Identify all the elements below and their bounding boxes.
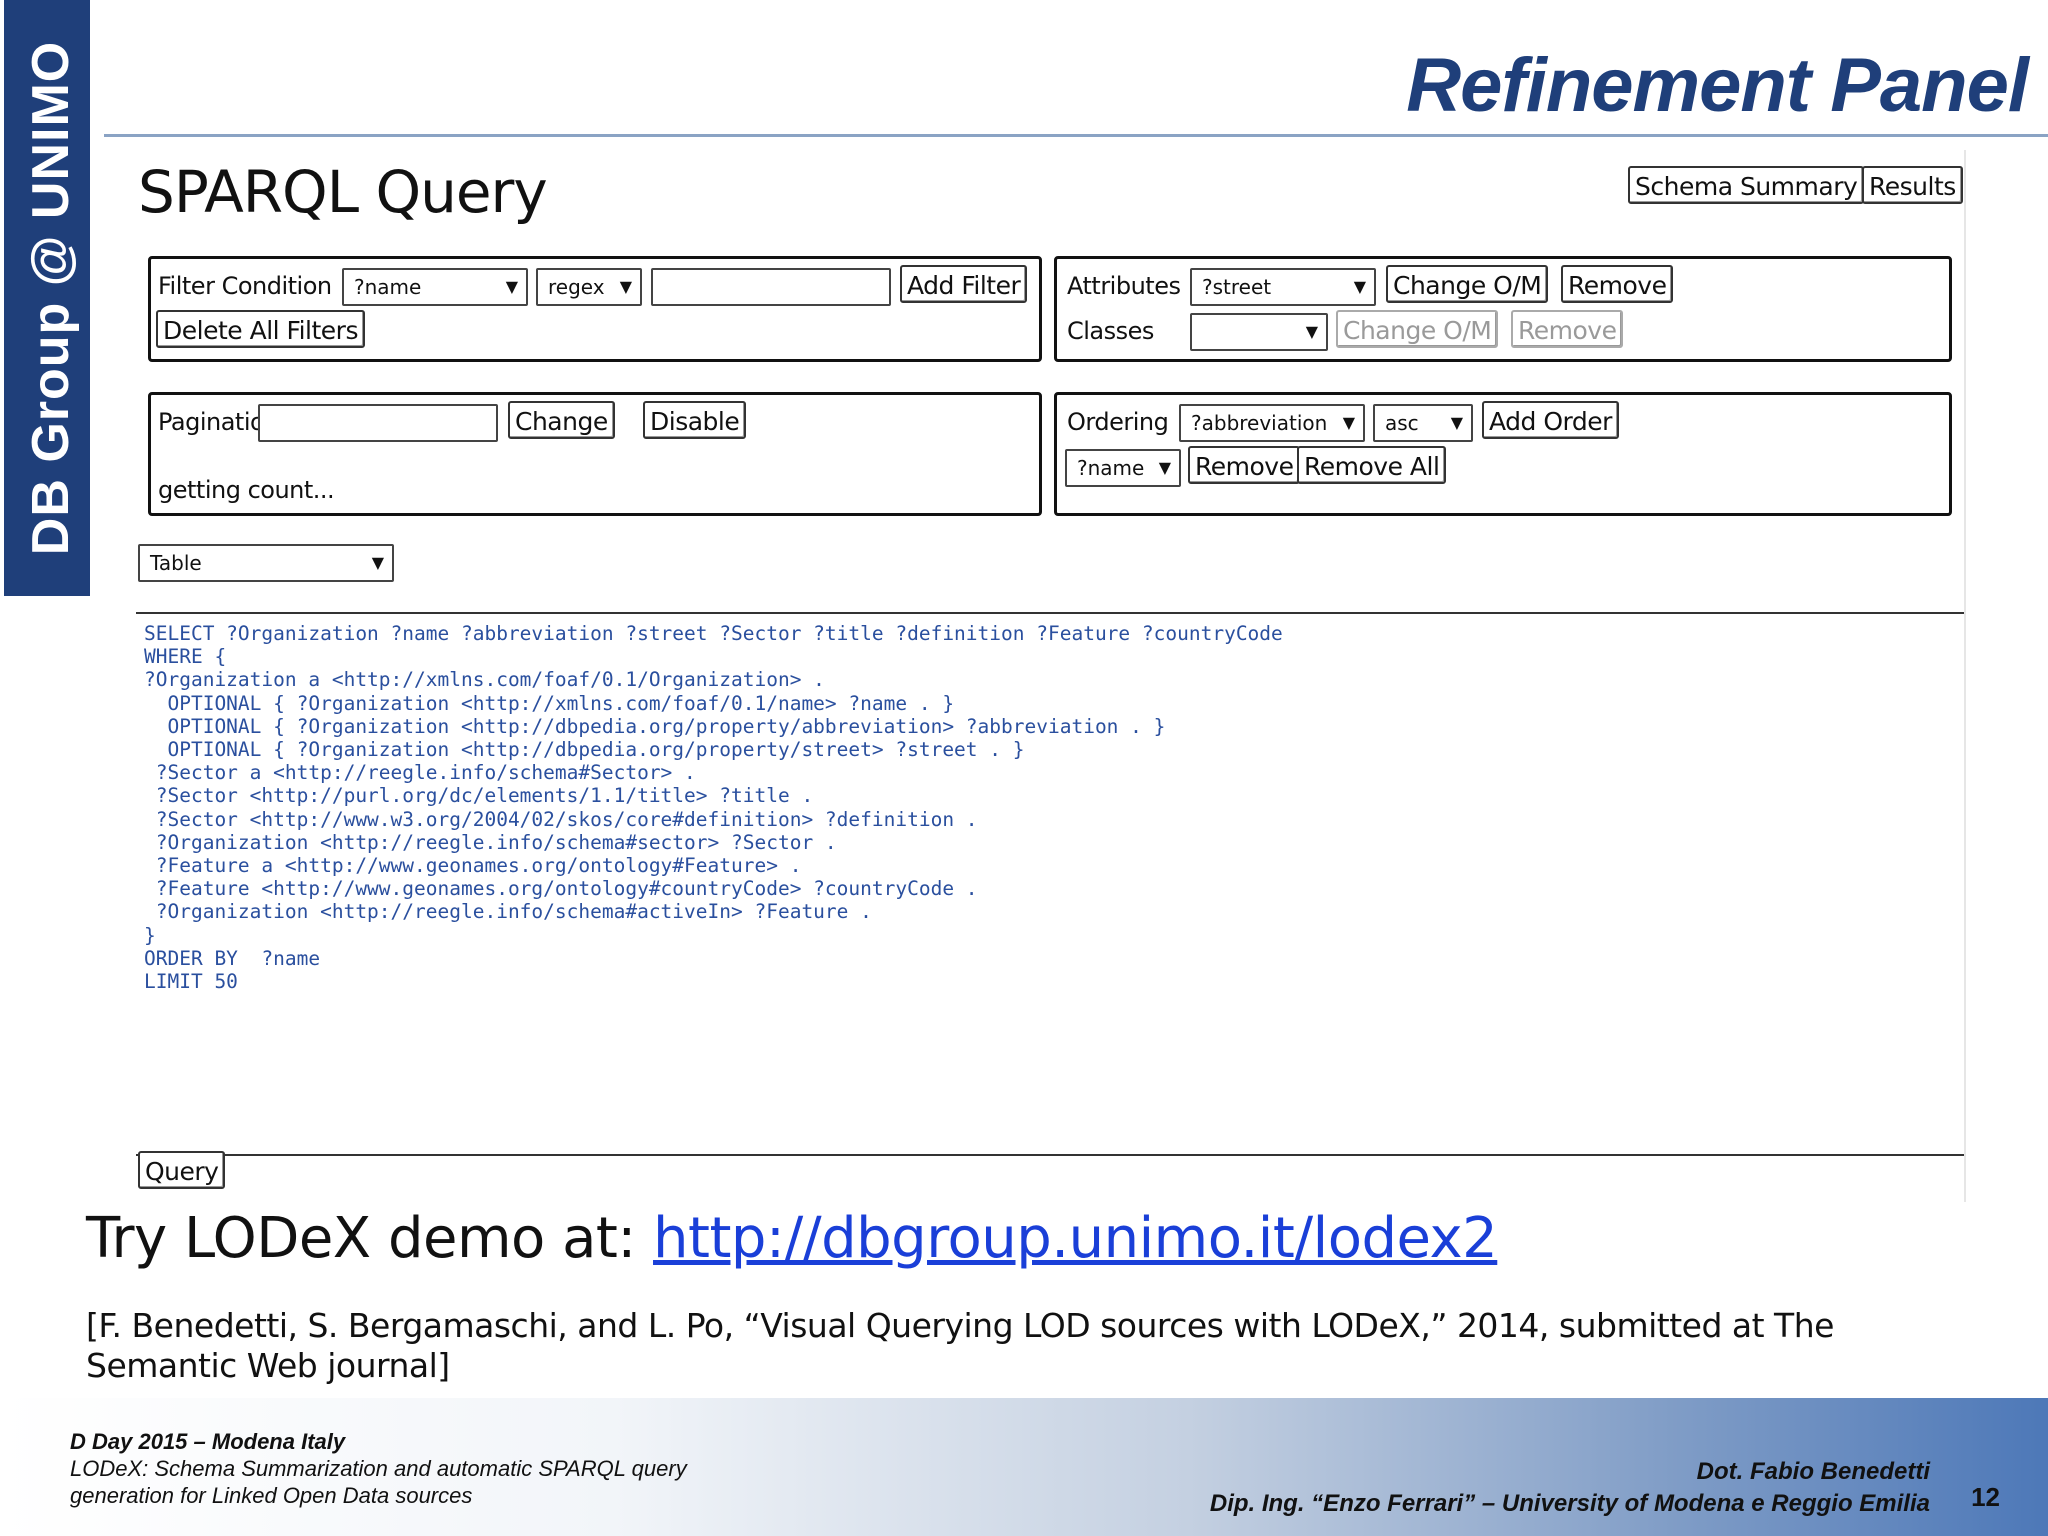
app-screenshot: SPARQL Query Schema Summary Results Filt…: [136, 150, 1966, 1202]
add-filter-button[interactable]: Add Filter: [900, 265, 1028, 303]
slide-footer: D Day 2015 – Modena Italy LODeX: Schema …: [0, 1398, 2048, 1536]
add-order-button[interactable]: Add Order: [1482, 401, 1619, 439]
attributes-change-om-button[interactable]: Change O/M: [1386, 265, 1549, 303]
page-title: SPARQL Query: [138, 158, 548, 226]
classes-change-om-button[interactable]: Change O/M: [1336, 310, 1499, 348]
demo-link[interactable]: http://dbgroup.unimo.it/lodex2: [653, 1206, 1498, 1271]
footer-author: Dot. Fabio Benedetti: [1696, 1458, 1930, 1485]
ordering-field-value: ?abbreviation: [1191, 411, 1328, 435]
classes-select[interactable]: ▼: [1190, 313, 1328, 351]
pagination-status: getting count...: [158, 476, 335, 504]
ordering-field-select[interactable]: ?abbreviation ▼: [1179, 404, 1365, 442]
footer-talk-line1: LODeX: Schema Summarization and automati…: [70, 1456, 687, 1481]
attributes-classes-panel: Attributes ?street ▼ Change O/M Remove C…: [1054, 256, 1952, 362]
pagination-input[interactable]: [258, 404, 498, 442]
pagination-panel: Pagination Change Disable getting count.…: [148, 392, 1042, 516]
ordering-panel: Ordering ?abbreviation ▼ asc ▼ Add Order…: [1054, 392, 1952, 516]
footer-right: Dot. Fabio Benedetti Dip. Ing. “Enzo Fer…: [1210, 1456, 1930, 1520]
chevron-down-icon: ▼: [1450, 413, 1463, 432]
results-button[interactable]: Results: [1862, 166, 1963, 204]
footer-talk-line2: generation for Linked Open Data sources: [70, 1483, 473, 1508]
filter-operator-value: regex: [548, 275, 605, 299]
chevron-down-icon: ▼: [1353, 277, 1366, 296]
filter-value-input[interactable]: [651, 268, 891, 306]
ordering-remove-all-button[interactable]: Remove All: [1297, 446, 1447, 484]
ordering-direction-value: asc: [1385, 411, 1419, 435]
footer-event: D Day 2015 – Modena Italy: [70, 1429, 346, 1454]
view-type-select[interactable]: Table ▼: [138, 544, 394, 582]
chevron-down-icon: ▼: [1342, 413, 1355, 432]
chevron-down-icon: ▼: [1305, 322, 1318, 341]
chevron-down-icon: ▼: [505, 277, 518, 296]
attributes-select[interactable]: ?street ▼: [1190, 268, 1376, 306]
attributes-remove-button[interactable]: Remove: [1561, 265, 1674, 303]
attributes-value: ?street: [1202, 275, 1272, 299]
slide-title: Refinement Panel: [1406, 43, 2029, 128]
sparql-query-editor[interactable]: SELECT ?Organization ?name ?abbreviation…: [136, 612, 1964, 1156]
ordering-label: Ordering: [1067, 408, 1169, 436]
ordering-current-value: ?name: [1077, 456, 1145, 480]
filter-field-select[interactable]: ?name ▼: [342, 268, 528, 306]
side-label: DB Group @ UNIMO: [22, 40, 80, 556]
delete-all-filters-button[interactable]: Delete All Filters: [156, 310, 365, 348]
citation: [F. Benedetti, S. Bergamaschi, and L. Po…: [86, 1306, 1834, 1385]
footer-left: D Day 2015 – Modena Italy LODeX: Schema …: [70, 1428, 687, 1509]
ordering-remove-button[interactable]: Remove: [1188, 446, 1301, 484]
chevron-down-icon: ▼: [619, 277, 632, 296]
classes-remove-button[interactable]: Remove: [1511, 310, 1624, 348]
footer-affiliation: Dip. Ing. “Enzo Ferrari” – University of…: [1209, 1490, 1930, 1517]
attributes-label: Attributes: [1067, 272, 1181, 300]
demo-line: Try LODeX demo at: http://dbgroup.unimo.…: [86, 1206, 1498, 1271]
pagination-disable-button[interactable]: Disable: [643, 401, 747, 439]
ordering-direction-select[interactable]: asc ▼: [1373, 404, 1473, 442]
page-number: 12: [1971, 1482, 2000, 1512]
filter-operator-select[interactable]: regex ▼: [536, 268, 642, 306]
query-button[interactable]: Query: [138, 1151, 226, 1189]
filter-condition-label: Filter Condition: [158, 272, 332, 300]
title-divider: [104, 134, 2048, 137]
schema-summary-button[interactable]: Schema Summary: [1628, 166, 1865, 204]
view-type-value: Table: [150, 551, 202, 575]
demo-prefix: Try LODeX demo at:: [86, 1206, 654, 1271]
filter-panel: Filter Condition ?name ▼ regex ▼ Add Fil…: [148, 256, 1042, 362]
side-band: DB Group @ UNIMO: [4, 0, 90, 596]
filter-field-value: ?name: [354, 275, 422, 299]
chevron-down-icon: ▼: [371, 553, 384, 572]
pagination-change-button[interactable]: Change: [508, 401, 615, 439]
ordering-current-select[interactable]: ?name ▼: [1065, 449, 1181, 487]
classes-label: Classes: [1067, 317, 1154, 345]
chevron-down-icon: ▼: [1158, 458, 1171, 477]
sparql-query-text: SELECT ?Organization ?name ?abbreviation…: [144, 622, 1283, 994]
